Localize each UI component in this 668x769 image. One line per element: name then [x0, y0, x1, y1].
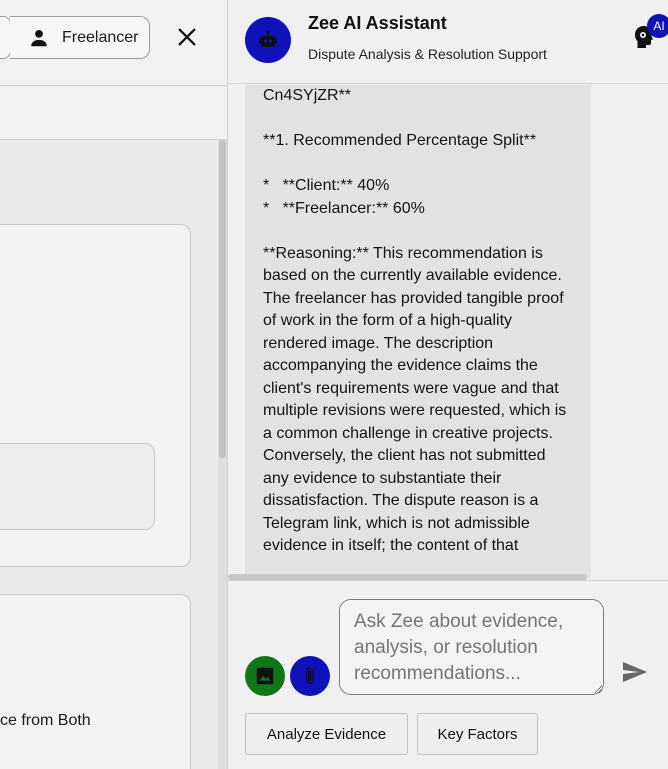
message-composer: Analyze Evidence Key Factors	[228, 581, 668, 769]
close-icon[interactable]	[176, 26, 198, 48]
person-icon	[31, 29, 47, 46]
dispute-details-panel: Freelancer ce from Both	[0, 0, 227, 769]
freelancer-role-button[interactable]: Freelancer	[10, 16, 150, 59]
panel-header: Freelancer	[0, 0, 227, 86]
key-factors-button[interactable]: Key Factors	[417, 713, 538, 755]
upload-image-button[interactable]	[245, 656, 285, 696]
ai-status-indicator: AI	[633, 14, 668, 50]
message-line: Cn4SYjZR**	[263, 87, 352, 104]
assistant-subtitle: Dispute Analysis & Resolution Support	[308, 46, 547, 62]
chat-input[interactable]	[339, 599, 604, 695]
message-line	[263, 153, 573, 176]
robot-icon	[259, 30, 277, 47]
analyze-evidence-button[interactable]: Analyze Evidence	[245, 713, 408, 755]
evidence-card-title: ce from Both	[0, 712, 91, 729]
ai-badge: AI	[647, 14, 668, 38]
assistant-title: Zee AI Assistant	[308, 13, 447, 33]
panel-subheader	[0, 87, 227, 140]
chat-messages: Cn4SYjZR** **1. Recommended Percentage S…	[228, 85, 668, 579]
message-line	[263, 108, 573, 131]
message-line	[263, 220, 573, 243]
message-line: * **Freelancer:** 60%	[263, 199, 425, 217]
assistant-avatar	[245, 17, 291, 63]
assistant-header: Zee AI Assistant Dispute Analysis & Reso…	[228, 0, 668, 84]
message-line: **Reasoning:** This recommendation is ba…	[263, 244, 571, 555]
evidence-card	[0, 594, 191, 769]
dispute-info-field	[0, 443, 155, 530]
assistant-message: Cn4SYjZR** **1. Recommended Percentage S…	[245, 85, 591, 579]
attach-file-button[interactable]	[290, 656, 330, 696]
send-icon[interactable]	[621, 660, 649, 684]
paperclip-icon	[306, 667, 314, 684]
message-line: **1. Recommended Percentage Split**	[263, 132, 537, 149]
ai-assistant-panel: Zee AI Assistant Dispute Analysis & Reso…	[227, 0, 668, 769]
panel-scrollbar-thumb[interactable]	[219, 140, 226, 458]
role-button-label: Freelancer	[62, 28, 139, 46]
image-icon	[256, 667, 274, 685]
message-line: * **Client:** 40%	[263, 177, 390, 194]
